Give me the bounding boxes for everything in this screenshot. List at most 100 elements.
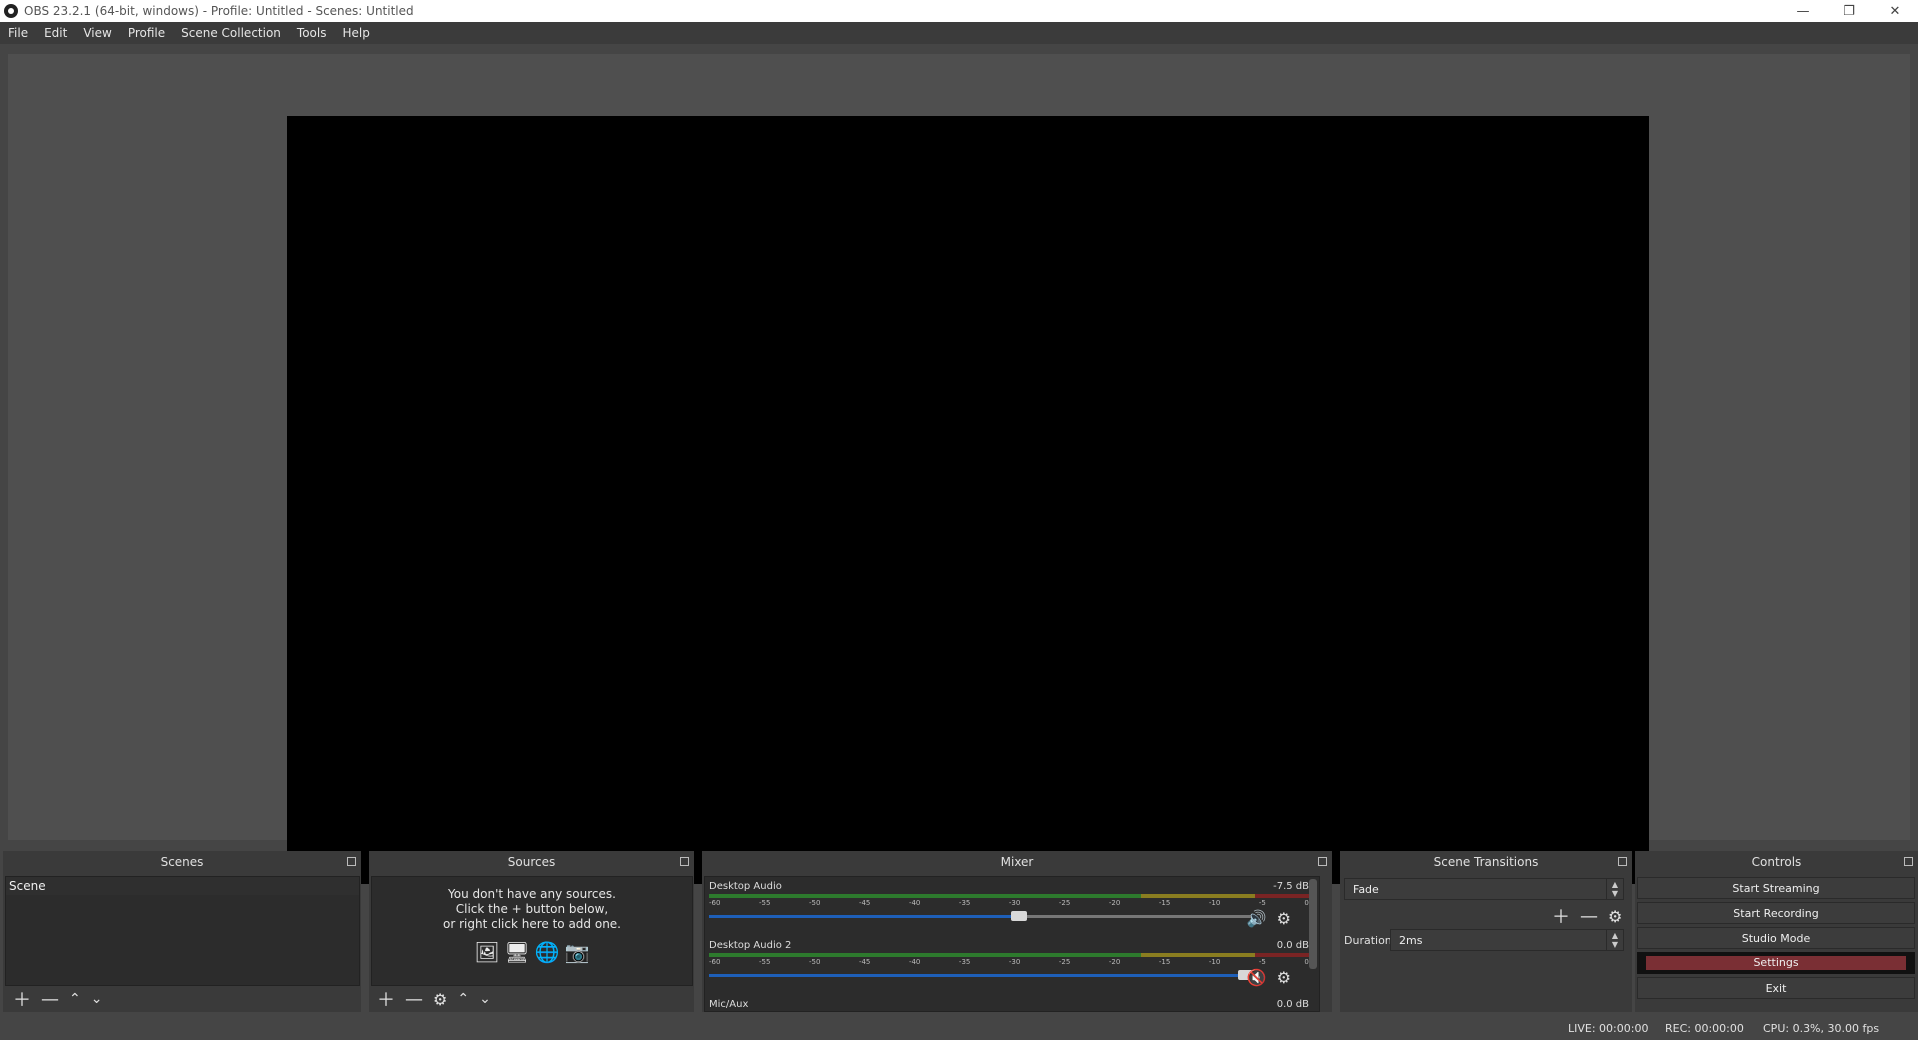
transition-select[interactable]: Fade ▲ ▼ xyxy=(1344,878,1624,900)
add-scene-icon[interactable]: ＋ xyxy=(13,986,31,1012)
preview-canvas[interactable] xyxy=(287,116,1649,884)
window-title: OBS 23.2.1 (64-bit, windows) - Profile: … xyxy=(24,4,414,18)
exit-button[interactable]: Exit xyxy=(1637,977,1915,999)
close-button[interactable]: ✕ xyxy=(1872,0,1918,22)
gear-icon[interactable]: ⚙ xyxy=(1277,909,1291,928)
scene-transitions-title: Scene Transitions xyxy=(1433,855,1539,869)
duration-label: Duration xyxy=(1344,934,1392,947)
menu-bar: File Edit View Profile Scene Collection … xyxy=(0,22,1918,44)
menu-profile[interactable]: Profile xyxy=(120,26,173,40)
volume-meter: -60 -55 -50 -45 -40 -35 -30 -25 -20 -15 -10 -5 0 xyxy=(709,953,1309,966)
volume-slider-thumb[interactable] xyxy=(1011,911,1027,921)
minimize-button[interactable]: — xyxy=(1780,0,1826,22)
controls-title: Controls xyxy=(1751,855,1802,869)
sources-list[interactable]: You don't have any sources. Click the + … xyxy=(371,876,693,986)
scene-item[interactable]: Scene xyxy=(6,877,359,895)
mixer-scrollbar[interactable] xyxy=(1309,879,1317,969)
source-properties-icon[interactable]: ⚙ xyxy=(433,990,447,1009)
settings-button[interactable]: Settings xyxy=(1637,952,1915,974)
add-transition-icon[interactable]: ＋ xyxy=(1552,903,1570,929)
meter-tick-label: -5 xyxy=(1258,899,1266,907)
transition-properties-icon[interactable]: ⚙ xyxy=(1608,907,1622,926)
display-capture-icon: 🖥 xyxy=(504,940,530,964)
preview-area[interactable] xyxy=(8,54,1910,884)
dock-float-icon[interactable] xyxy=(680,857,689,866)
meter-tick-label: -45 xyxy=(858,899,871,907)
meter-tick-label: -35 xyxy=(958,899,971,907)
sources-dock: Sources You don't have any sources. Clic… xyxy=(369,851,694,1012)
camera-source-icon: 📷 xyxy=(564,940,590,964)
move-source-up-icon[interactable]: ⌃ xyxy=(457,991,469,1007)
speaker-icon[interactable]: 🔊 xyxy=(1247,909,1267,928)
mixer-channel: Desktop Audio 2 0.0 dB -60 -55 -50 -45 -40 -3… xyxy=(709,940,1309,987)
scenes-list[interactable]: Scene xyxy=(5,876,360,986)
add-source-icon[interactable]: ＋ xyxy=(377,986,395,1012)
image-source-icon: 🖼 xyxy=(474,940,500,964)
remove-transition-icon[interactable]: — xyxy=(1580,906,1598,927)
meter-tick-label: -40 xyxy=(908,899,921,907)
start-streaming-button[interactable]: Start Streaming xyxy=(1637,877,1915,899)
meter-tick-label: -10 xyxy=(1208,899,1221,907)
transition-selected: Fade xyxy=(1353,882,1379,896)
status-bar: LIVE: 00:00:00 REC: 00:00:00 CPU: 0.3%, … xyxy=(0,1012,1918,1040)
mixer-channel: Desktop Audio -7.5 dB -60 -55 -50 -45 -40 -35… xyxy=(709,881,1309,928)
transition-select-arrows[interactable]: ▲ ▼ xyxy=(1606,879,1623,899)
volume-slider[interactable]: 🔊 ⚙ xyxy=(709,909,1309,928)
menu-edit[interactable]: Edit xyxy=(36,26,75,40)
settings-button-label: Settings xyxy=(1646,956,1906,970)
mixer-panel: Desktop Audio -7.5 dB -60 -55 -50 -45 -40 -35… xyxy=(704,876,1320,1012)
meter-tick-label: -40 xyxy=(908,958,921,966)
meter-tick-label: -55 xyxy=(758,958,771,966)
studio-mode-button[interactable]: Studio Mode xyxy=(1637,927,1915,949)
meter-tick-label: -30 xyxy=(1008,958,1021,966)
meter-tick-label: -20 xyxy=(1108,899,1121,907)
meter-tick-label: -30 xyxy=(1008,899,1021,907)
meter-tick-label: -5 xyxy=(1258,958,1266,966)
menu-view[interactable]: View xyxy=(75,26,119,40)
move-scene-down-icon[interactable]: ⌄ xyxy=(91,991,103,1007)
channel-db: -7.5 dB xyxy=(1273,881,1309,892)
remove-source-icon[interactable]: — xyxy=(405,989,423,1010)
sources-empty-line3: or right click here to add one. xyxy=(443,917,621,931)
scenes-dock: Scenes Scene ＋ — ⌃ ⌄ xyxy=(3,851,361,1012)
duration-value: 2ms xyxy=(1399,933,1423,947)
meter-tick-label: -15 xyxy=(1158,958,1171,966)
mixer-title: Mixer xyxy=(1000,855,1034,869)
meter-tick-label: -10 xyxy=(1208,958,1221,966)
meter-tick-label: -20 xyxy=(1108,958,1121,966)
menu-scene-collection[interactable]: Scene Collection xyxy=(173,26,289,40)
scenes-title: Scenes xyxy=(160,855,204,869)
controls-dock: Controls Start Streaming Start Recording… xyxy=(1635,851,1918,1012)
dock-float-icon[interactable] xyxy=(1318,857,1327,866)
scene-transitions-dock: Scene Transitions Fade ▲ ▼ ＋ — ⚙ Duration… xyxy=(1340,851,1632,1012)
volume-slider[interactable]: 🔇 ⚙ xyxy=(709,968,1309,987)
muted-speaker-icon[interactable]: 🔇 xyxy=(1247,968,1267,987)
meter-tick-label: -60 xyxy=(709,899,721,907)
start-recording-button[interactable]: Start Recording xyxy=(1637,902,1915,924)
title-bar: OBS 23.2.1 (64-bit, windows) - Profile: … xyxy=(0,0,1918,22)
remove-scene-icon[interactable]: — xyxy=(41,989,59,1010)
menu-tools[interactable]: Tools xyxy=(289,26,335,40)
duration-input[interactable]: 2ms ▲ ▼ xyxy=(1390,929,1624,951)
meter-tick-label: -60 xyxy=(709,958,721,966)
gear-icon[interactable]: ⚙ xyxy=(1277,968,1291,987)
sources-empty-line2: Click the + button below, xyxy=(455,902,609,916)
move-scene-up-icon[interactable]: ⌃ xyxy=(69,991,81,1007)
dock-float-icon[interactable] xyxy=(1904,857,1913,866)
menu-file[interactable]: File xyxy=(0,26,36,40)
mixer-dock: Mixer Desktop Audio -7.5 dB -60 -55 -50 -45… xyxy=(702,851,1332,1012)
channel-name: Desktop Audio xyxy=(709,881,782,892)
maximize-button[interactable]: ❐ xyxy=(1826,0,1872,22)
meter-tick-label: -50 xyxy=(808,958,821,966)
dock-float-icon[interactable] xyxy=(347,857,356,866)
menu-help[interactable]: Help xyxy=(334,26,377,40)
meter-tick-label: -55 xyxy=(758,899,771,907)
browser-source-icon: 🌐 xyxy=(534,940,560,964)
move-source-down-icon[interactable]: ⌄ xyxy=(479,991,491,1007)
duration-spinner[interactable]: ▲ ▼ xyxy=(1606,930,1623,950)
dock-float-icon[interactable] xyxy=(1618,857,1627,866)
meter-tick-label: -45 xyxy=(858,958,871,966)
volume-meter: -60 -55 -50 -45 -40 -35 -30 -25 -20 -15 -10 -5 0 xyxy=(709,894,1309,907)
sources-empty-line1: You don't have any sources. xyxy=(448,887,616,901)
live-timer: LIVE: 00:00:00 xyxy=(1568,1022,1649,1035)
